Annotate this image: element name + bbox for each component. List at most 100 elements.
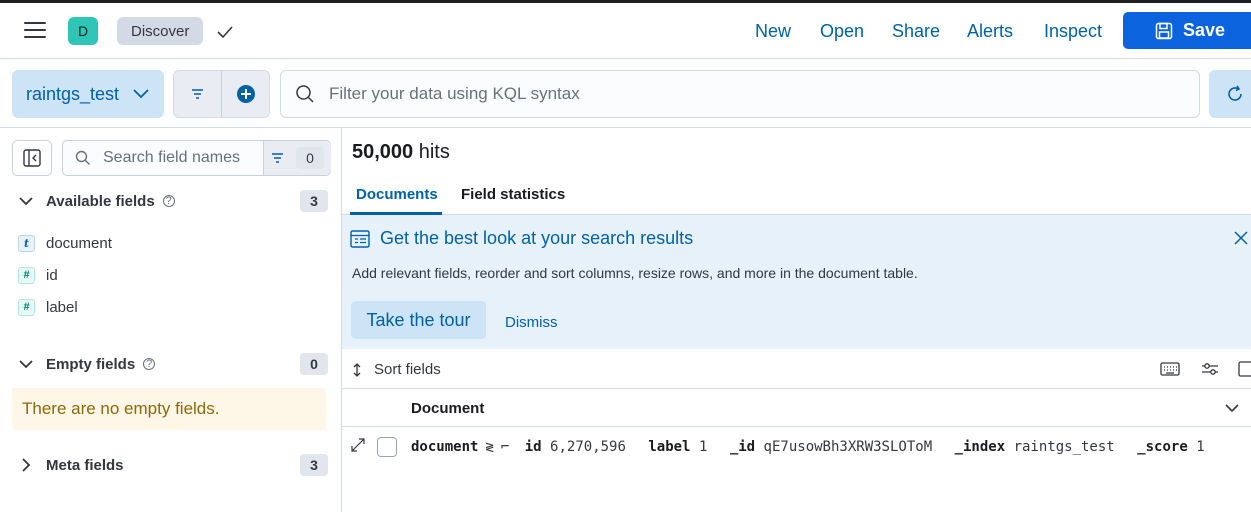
- meta-fields-title: Meta fields: [46, 456, 124, 474]
- menu-icon[interactable]: [24, 22, 46, 40]
- save-button[interactable]: Save: [1123, 12, 1251, 49]
- query-bar: raintgs_test Filter your data using KQL …: [0, 60, 1251, 128]
- display-settings-icon[interactable]: [1200, 361, 1220, 377]
- fullscreen-icon[interactable]: [1236, 361, 1251, 377]
- data-view-picker[interactable]: raintgs_test: [12, 70, 164, 118]
- callout-text: Add relevant fields, reorder and sort co…: [352, 265, 918, 281]
- id-key: id: [524, 439, 542, 455]
- save-icon: [1155, 22, 1173, 39]
- chevron-right-icon: [22, 458, 31, 472]
- kql-placeholder: Filter your data using KQL syntax: [329, 84, 580, 103]
- hits-count: 50,000 hits: [352, 141, 450, 164]
- text-type-icon: t: [18, 234, 35, 252]
- field-search-input[interactable]: Search field names 0: [62, 140, 331, 176]
- number-type-icon: #: [18, 266, 35, 284]
- available-fields-toggle[interactable]: Available fields ? 3: [18, 189, 328, 213]
- _index-value: raintgs_test: [1013, 439, 1115, 455]
- share-link[interactable]: Share: [892, 21, 940, 42]
- sort-icon: [353, 362, 361, 377]
- empty-fields-note: There are no empty fields.: [12, 388, 326, 430]
- _index-key: _index: [954, 439, 1006, 455]
- hits-number: 50,000: [352, 141, 414, 163]
- empty-fields-title: Empty fields: [46, 355, 136, 373]
- check-icon: [217, 26, 233, 39]
- callout-title: Get the best look at your search results: [380, 228, 694, 248]
- tab-field-statistics[interactable]: Field statistics: [461, 186, 565, 203]
- empty-fields-toggle[interactable]: Empty fields ? 0: [18, 352, 328, 376]
- empty-fields-count: 0: [300, 353, 328, 375]
- add-filter-icon[interactable]: [236, 84, 256, 104]
- close-icon[interactable]: [1234, 231, 1248, 245]
- open-link[interactable]: Open: [820, 21, 864, 42]
- doc-text-icon: ≷: [485, 439, 494, 455]
- refresh-button[interactable]: [1209, 70, 1251, 118]
- meta-fields-toggle[interactable]: Meta fields 3: [18, 453, 328, 477]
- filter-count-badge: 0: [296, 147, 324, 169]
- sort-fields-button[interactable]: Sort fields: [352, 361, 441, 378]
- _score-value: 1: [1196, 439, 1205, 455]
- field-name: label: [46, 298, 78, 316]
- filter-icon[interactable]: [191, 88, 204, 100]
- search-icon: [75, 150, 90, 165]
- breadcrumb-discover[interactable]: Discover: [117, 17, 204, 45]
- meta-fields-count: 3: [300, 454, 328, 476]
- document-column-header[interactable]: Document: [411, 400, 484, 417]
- collapse-sidebar-icon: [23, 149, 41, 167]
- sort-fields-label: Sort fields: [374, 361, 441, 378]
- help-icon: ?: [162, 195, 175, 207]
- inspect-link[interactable]: Inspect: [1044, 21, 1102, 42]
- search-icon: [296, 85, 314, 103]
- help-icon: ?: [143, 358, 156, 370]
- field-sidebar: Search field names 0 Available fields ? …: [0, 128, 342, 512]
- results-panel: 50,000 hits Documents Field statistics G…: [342, 128, 1251, 512]
- filter-controls: [173, 70, 270, 118]
- kql-search-input[interactable]: Filter your data using KQL syntax: [280, 70, 1200, 118]
- table-row: document ≷ ⌐ id 6,270,596 label 1 _id qE7u…: [342, 427, 1251, 467]
- app-header: D Discover New Open Share Alerts Inspect…: [0, 3, 1251, 59]
- save-label: Save: [1183, 20, 1226, 40]
- field-name: id: [46, 266, 58, 284]
- tab-documents[interactable]: Documents: [356, 186, 438, 203]
- filter-icon: [272, 153, 283, 163]
- field-item-label[interactable]: # label: [18, 297, 78, 317]
- result-tabs: Documents Field statistics: [342, 178, 1251, 215]
- doc-wrap-icon: ⌐: [500, 439, 510, 455]
- _id-value: qE7usowBh3XRW3SLOToM: [763, 439, 933, 455]
- label-key: label: [648, 439, 691, 455]
- alerts-link[interactable]: Alerts: [967, 21, 1013, 42]
- tour-callout: Get the best look at your search results…: [342, 215, 1251, 349]
- field-item-document[interactable]: t document: [18, 233, 112, 253]
- id-value: 6,270,596: [550, 439, 626, 455]
- new-link[interactable]: New: [755, 21, 791, 42]
- _score-key: _score: [1137, 439, 1188, 455]
- label-value: 1: [698, 439, 708, 455]
- row-checkbox[interactable]: [377, 437, 397, 457]
- space-avatar[interactable]: D: [68, 17, 98, 45]
- table-icon: [350, 229, 370, 248]
- field-search-placeholder: Search field names: [103, 149, 240, 166]
- refresh-icon: [1228, 85, 1242, 101]
- field-filter-button[interactable]: 0: [263, 141, 331, 175]
- callout-header: Get the best look at your search results: [350, 228, 693, 249]
- grid-toolbar: Sort fields: [342, 349, 1251, 389]
- _id-key: _id: [729, 439, 756, 455]
- expand-icon[interactable]: [351, 438, 365, 452]
- chevron-down-icon: [19, 360, 33, 369]
- chevron-down-icon[interactable]: [1225, 404, 1239, 413]
- dismiss-button[interactable]: Dismiss: [505, 314, 558, 331]
- grid-header: Document: [342, 389, 1251, 427]
- chevron-down-icon: [133, 89, 149, 99]
- collapse-sidebar-button[interactable]: [12, 140, 52, 176]
- take-tour-button[interactable]: Take the tour: [351, 301, 486, 339]
- available-fields-title: Available fields: [46, 192, 155, 210]
- doc-field-key: document: [411, 439, 479, 455]
- field-name: document: [46, 234, 112, 252]
- hits-label: hits: [418, 141, 450, 163]
- number-type-icon: #: [18, 298, 35, 316]
- available-fields-count: 3: [300, 190, 328, 212]
- field-item-id[interactable]: # id: [18, 265, 58, 285]
- chevron-down-icon: [19, 197, 33, 206]
- keyboard-icon[interactable]: [1160, 361, 1180, 377]
- data-view-label: raintgs_test: [26, 83, 120, 104]
- document-summary: document ≷ ⌐ id 6,270,596 label 1 _id qE7u…: [411, 439, 1219, 455]
